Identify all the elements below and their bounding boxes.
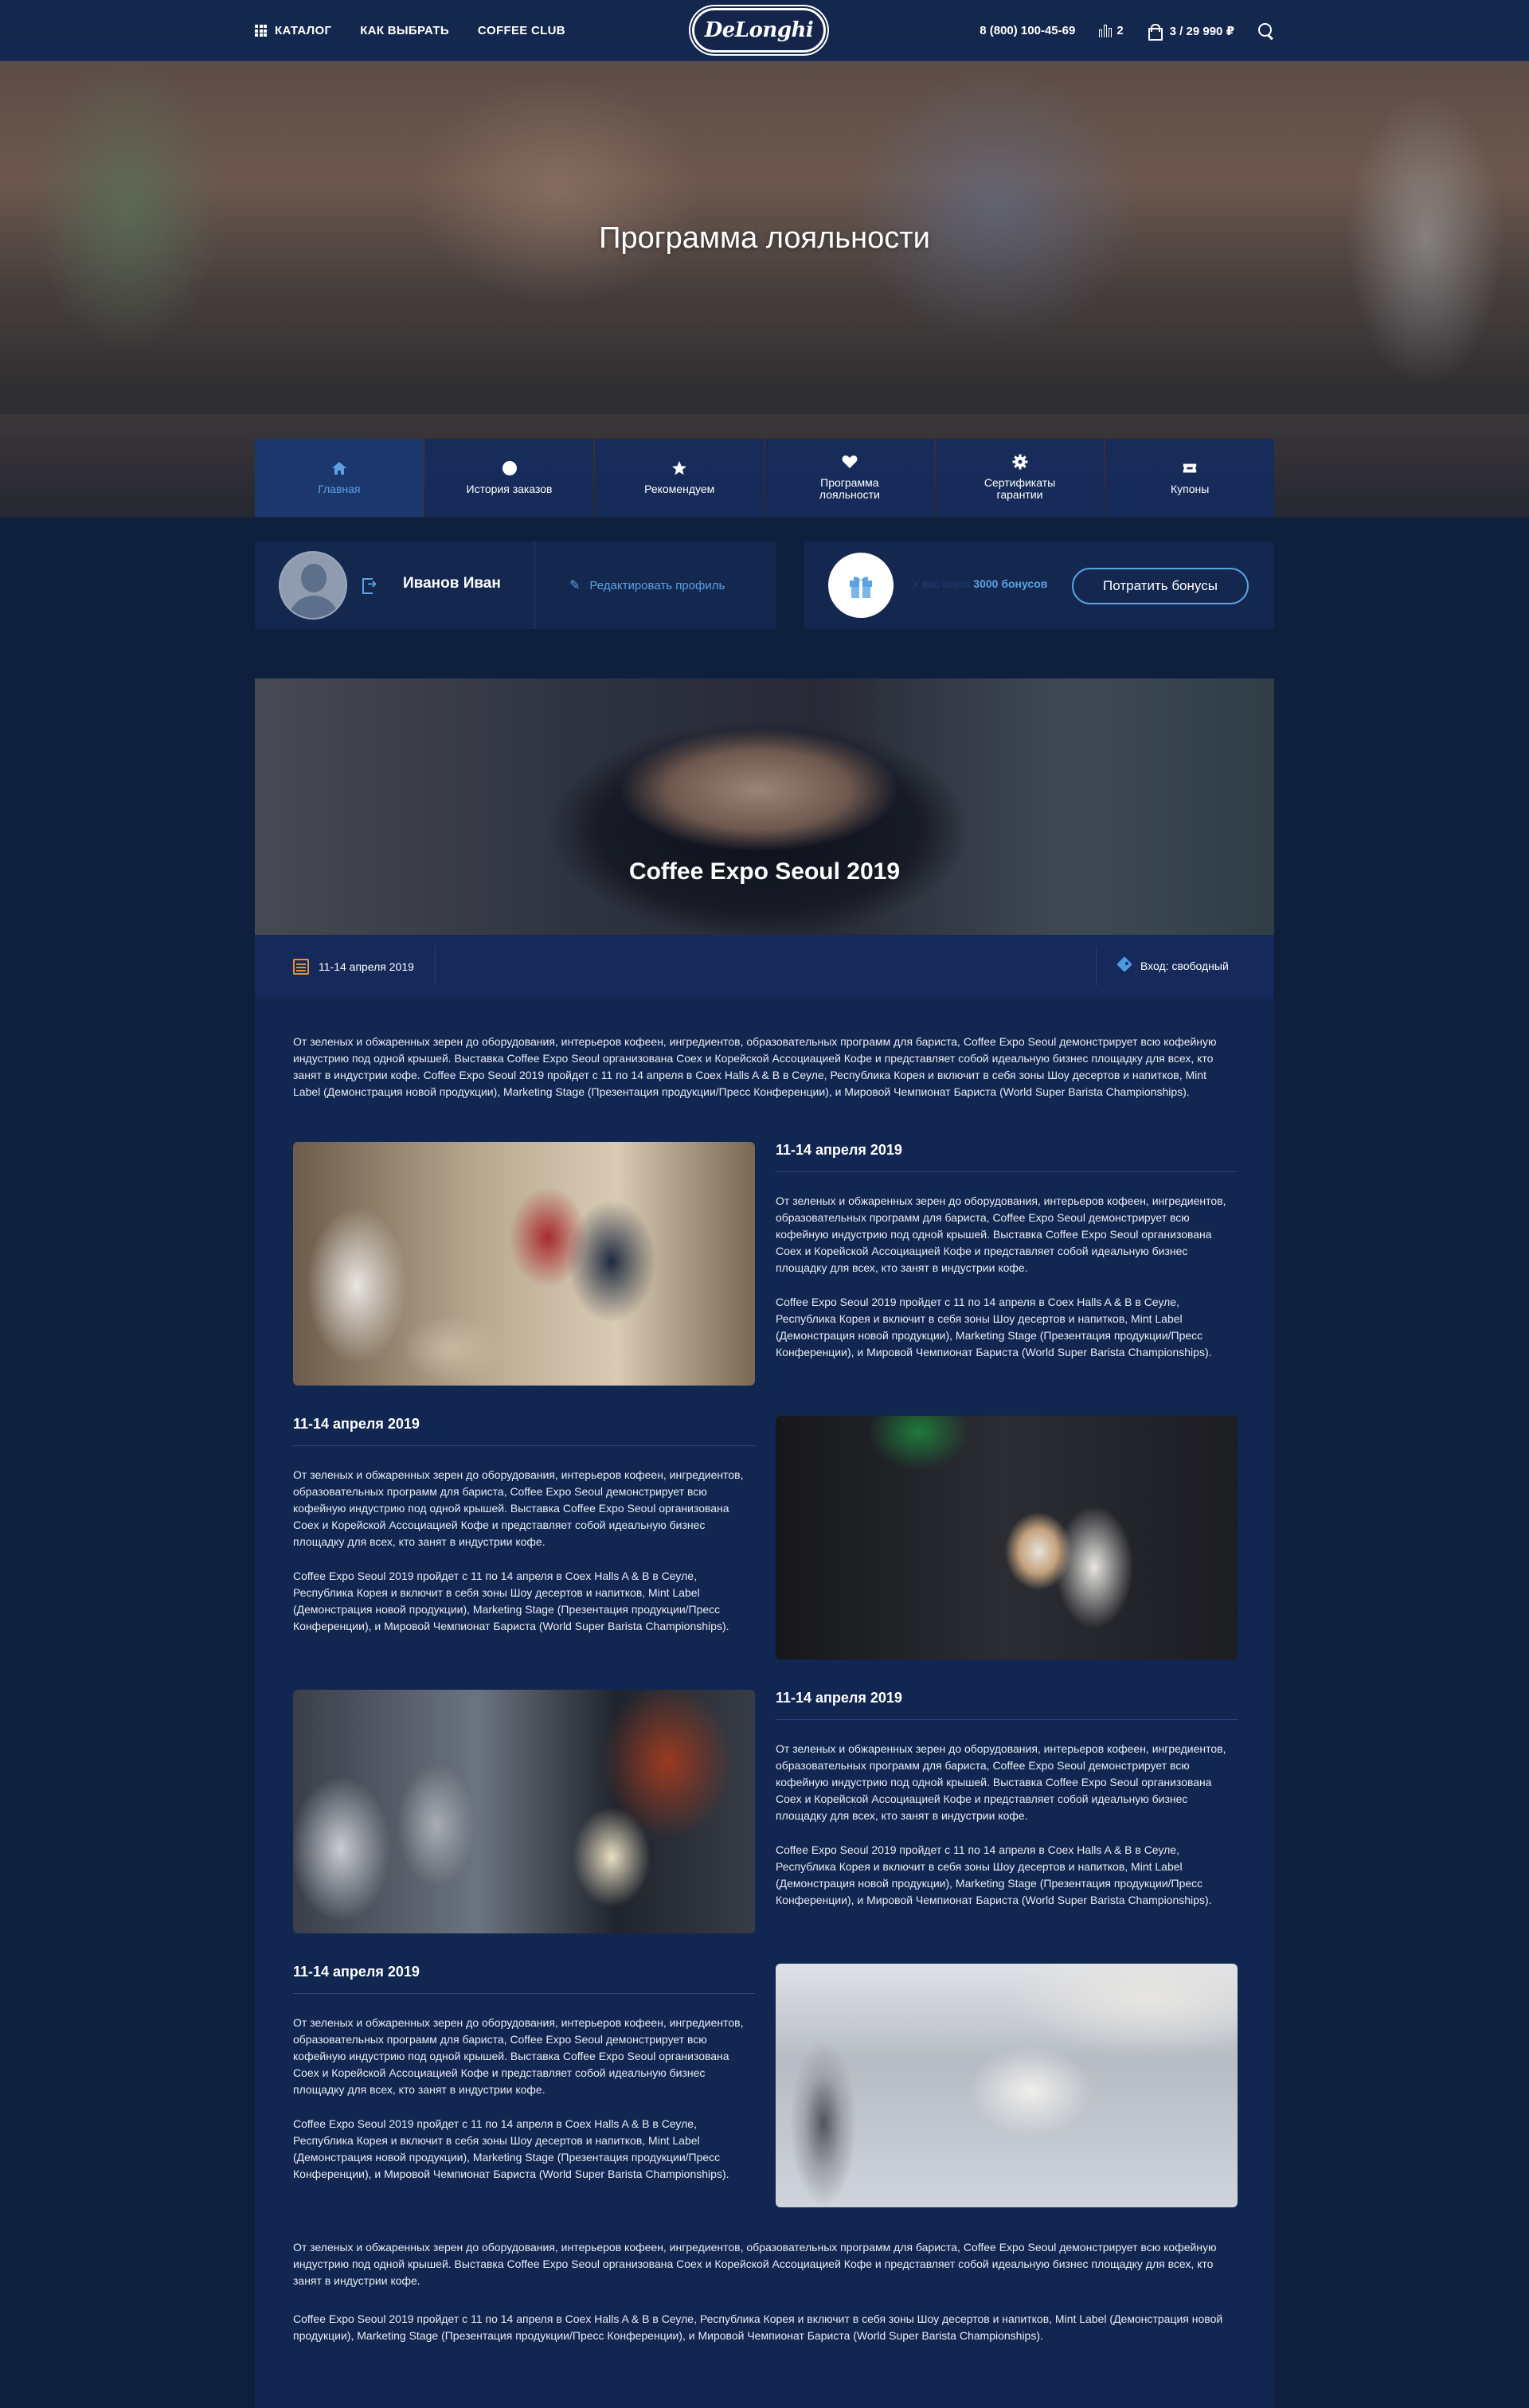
event-entry-label: Вход: свободный [1140,960,1229,972]
calendar-icon [293,959,309,975]
site-header: КАТАЛОГ КАК ВЫБРАТЬ COFFEE CLUB DeLonghi… [0,0,1529,61]
main-nav: КАТАЛОГ КАК ВЫБРАТЬ COFFEE CLUB [255,0,565,61]
section-heading: 11-14 апреля 2019 [776,1142,1238,1172]
shopping-bag-icon [1148,24,1163,41]
cog-icon [1012,454,1028,470]
section-paragraph: Coffee Expo Seoul 2019 пройдет с 11 по 1… [293,2117,729,2180]
tab-recommended-label: Рекомендуем [644,482,715,495]
section-text: 11-14 апреля 2019 От зеленых и обжаренны… [776,1142,1238,1378]
nav-catalog[interactable]: КАТАЛОГ [255,24,331,37]
header-actions: 8 (800) 100-45-69 2 3 / 29 990 ₽ [980,0,1274,61]
bonus-amount: 3000 бонусов [973,577,1048,590]
gift-icon [828,553,894,618]
heart-icon [842,455,858,469]
article-section: 11-14 апреля 2019 От зеленых и обжаренны… [293,1416,1238,1659]
article-section: 11-14 апреля 2019 От зеленых и обжаренны… [293,1690,1238,1933]
spend-bonuses-button[interactable]: Потратить бонусы [1072,568,1249,604]
brand-logo-text: DeLonghi [704,18,814,42]
section-heading: 11-14 апреля 2019 [293,1964,755,1994]
section-paragraph: От зеленых и обжаренных зерен до оборудо… [776,1742,1226,1822]
tab-order-history[interactable]: История заказов [424,439,594,517]
ticket-icon [1182,461,1198,475]
cart-summary: 3 / 29 990 ₽ [1169,24,1234,38]
article: Coffee Expo Seoul 2019 11-14 апреля 2019… [255,678,1274,2408]
user-name: Иванов Иван [403,575,501,592]
event-entry: Вход: свободный [1115,959,1229,973]
logout-icon[interactable] [362,577,378,594]
section-text: 11-14 апреля 2019 От зеленых и обжаренны… [776,1690,1238,1926]
star-icon [671,460,687,475]
section-heading: 11-14 апреля 2019 [776,1690,1238,1720]
tab-order-history-label: История заказов [466,482,553,495]
compare-icon [1099,25,1113,37]
nav-catalog-label: КАТАЛОГ [275,24,332,37]
section-paragraph: Coffee Expo Seoul 2019 пройдет с 11 по 1… [776,1296,1212,1358]
edit-profile-link[interactable]: ✎ Редактировать профиль [569,577,725,593]
section-paragraph: Coffee Expo Seoul 2019 пройдет с 11 по 1… [293,1570,729,1632]
tab-loyalty-program-label: Программа лояльности [819,476,880,501]
expo-photo [293,1690,755,1933]
grid-icon [255,25,267,37]
account-tabs: Главная История заказов Рекомендуем Прог… [255,439,1275,517]
article-outro: Coffee Expo Seoul 2019 пройдет с 11 по 1… [293,2312,1223,2342]
coffee-pouring-photo [776,1964,1238,2207]
tab-recommended[interactable]: Рекомендуем [595,439,764,517]
bonus-card: У вас всего 3000 бонусов Потратить бонус… [804,541,1274,629]
tab-coupons[interactable]: Купоны [1105,439,1275,517]
tab-home-label: Главная [318,482,361,495]
nav-coffee-club[interactable]: COFFEE CLUB [478,24,565,37]
pencil-icon: ✎ [569,579,581,592]
circle-icon [502,460,518,475]
home-icon [331,461,347,475]
brand-logo[interactable]: DeLonghi [692,8,826,53]
expo-photo [293,1142,755,1386]
compare-count: 2 [1116,24,1124,37]
section-paragraph: От зеленых и обжаренных зерен до оборудо… [293,1468,744,1548]
nav-how-to-choose[interactable]: КАК ВЫБРАТЬ [360,24,449,37]
nav-coffee-club-label: COFFEE CLUB [477,24,565,37]
section-paragraph: От зеленых и обжаренных зерен до оборудо… [776,1194,1226,1274]
avatar[interactable] [279,551,347,620]
bonus-balance: У вас всего 3000 бонусов [912,577,1047,590]
divider [435,946,436,986]
article-intro: От зеленых и обжаренных зерен до оборудо… [293,1035,1217,1098]
search-icon[interactable] [1258,22,1274,39]
phone-number[interactable]: 8 (800) 100-45-69 [980,24,1075,37]
nav-how-to-choose-label: КАК ВЫБРАТЬ [360,24,449,37]
page-title: Программа лояльности [599,221,930,255]
tab-home[interactable]: Главная [255,439,424,517]
edit-profile-label: Редактировать профиль [589,578,725,592]
cart-button[interactable]: 3 / 29 990 ₽ [1148,24,1234,41]
latte-art-photo [776,1416,1238,1659]
section-text: 11-14 апреля 2019 От зеленых и обжаренны… [293,1416,755,1652]
article-meta-bar: 11-14 апреля 2019 Вход: свободный [255,935,1274,997]
profile-card: Иванов Иван ✎ Редактировать профиль [255,541,776,629]
divider [534,541,535,629]
tab-warranty-certificates-label: Сертификаты гарантии [983,476,1056,501]
tab-coupons-label: Купоны [1171,482,1210,495]
compare-button[interactable]: 2 [1099,24,1124,37]
section-heading: 11-14 апреля 2019 [293,1416,755,1446]
bonus-prefix: У вас всего [912,577,971,590]
article-section: 11-14 апреля 2019 От зеленых и обжаренны… [293,1964,1238,2207]
tag-icon [1115,959,1132,973]
event-date-label: 11-14 апреля 2019 [319,960,414,973]
tab-warranty-certificates[interactable]: Сертификаты гарантии [935,439,1105,517]
article-cover-photo [255,678,1274,935]
article-outro: От зеленых и обжаренных зерен до оборудо… [293,2241,1217,2287]
section-paragraph: Coffee Expo Seoul 2019 пройдет с 11 по 1… [776,1843,1212,1906]
divider [1096,946,1097,986]
section-text: 11-14 апреля 2019 От зеленых и обжаренны… [293,1964,755,2200]
event-date: 11-14 апреля 2019 [293,959,414,975]
tab-loyalty-program[interactable]: Программа лояльности [765,439,934,517]
article-title: Coffee Expo Seoul 2019 [628,858,901,885]
article-section: 11-14 апреля 2019 От зеленых и обжаренны… [293,1142,1238,1386]
section-paragraph: От зеленых и обжаренных зерен до оборудо… [293,2016,744,2096]
